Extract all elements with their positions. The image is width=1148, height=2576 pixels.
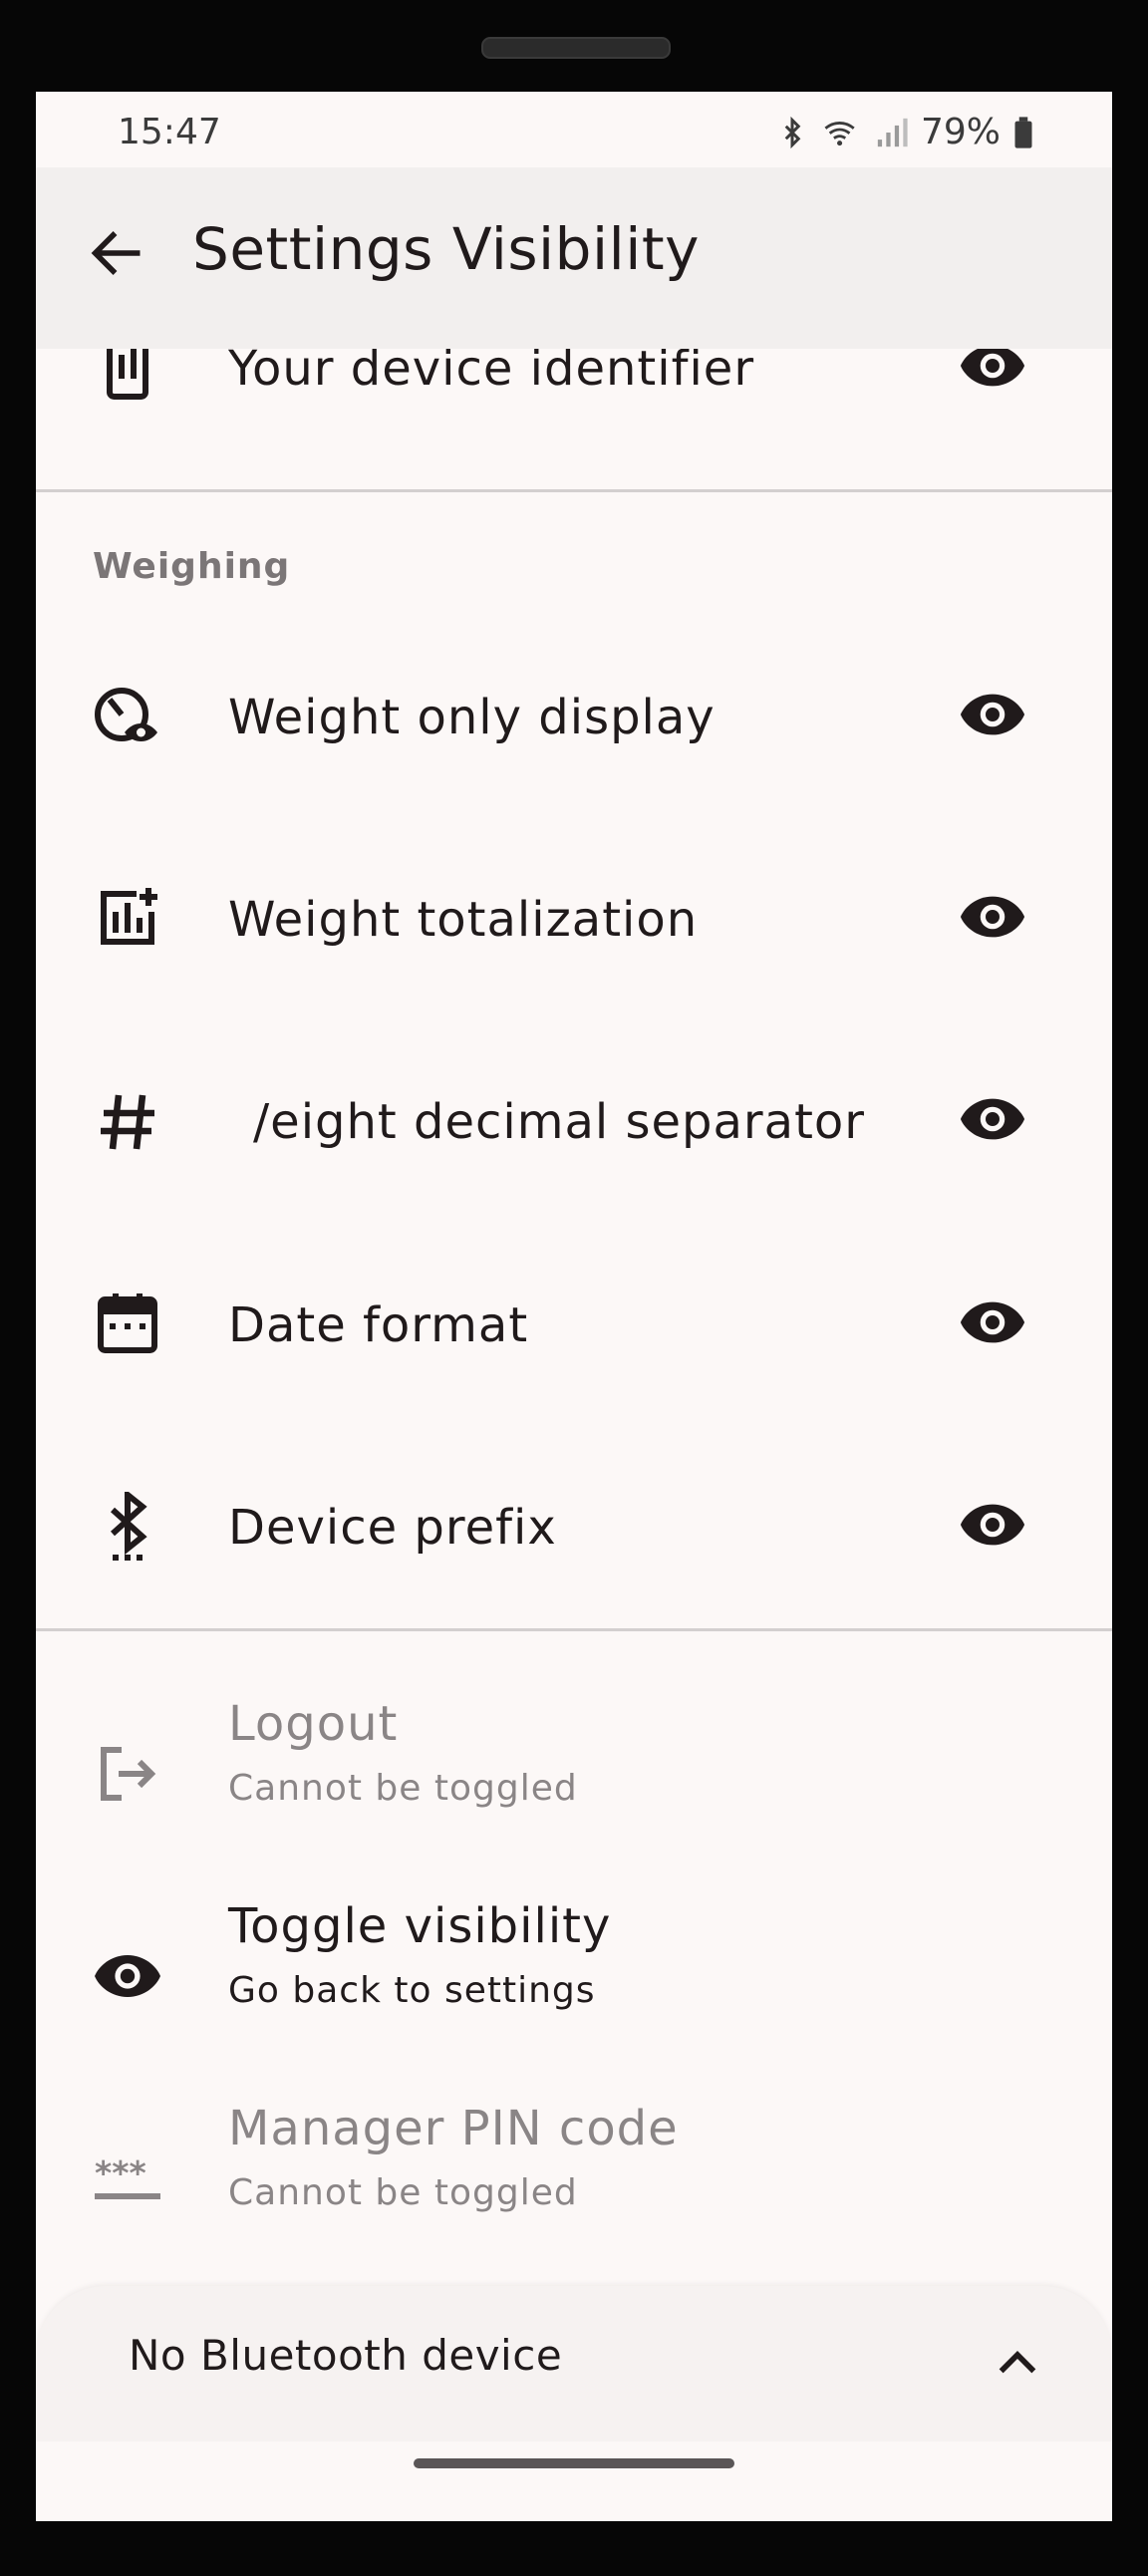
setting-subtitle: Cannot be toggled [228,2172,578,2213]
eye-icon[interactable] [958,1084,1027,1154]
chevron-up-icon[interactable] [990,2334,1045,2390]
signal-icon [877,118,908,146]
divider [36,489,1112,492]
setting-title: Logout [228,1696,399,1752]
logout-icon [101,1747,156,1801]
setting-row-weight-totalization[interactable]: Weight totalization [36,852,1112,992]
settings-list[interactable]: Your device identifier Weighing Weight o… [36,92,1112,2441]
status-time: 15:47 [118,112,221,152]
bluetooth-searching-icon [110,1492,147,1561]
divider [36,1628,1112,1631]
app-bar: Settings Visibility [36,167,1112,349]
setting-subtitle: Cannot be toggled [228,1768,578,1809]
eye-icon[interactable] [958,1490,1027,1560]
setting-label: Weight totalization [228,892,699,948]
weight-only-display-icon [95,688,157,741]
nav-gesture-bar [36,2441,1112,2521]
phone-speaker [481,37,671,59]
setting-row-toggle-visibility[interactable]: Toggle visibility Go back to settings [36,1888,1112,2068]
setting-title: Manager PIN code [228,2101,679,2156]
weight-totalization-icon [101,888,157,945]
eye-icon [95,1955,160,1997]
wifi-icon [824,121,855,145]
setting-title: Toggle visibility [228,1898,612,1954]
setting-label: Device prefix [228,1500,557,1556]
status-bar: 15:47 79% [36,92,1112,167]
password-icon: *** [95,2153,160,2199]
hash-icon [101,1094,154,1150]
home-handle[interactable] [414,2458,734,2468]
eye-icon[interactable] [958,1288,1027,1357]
page-title: Settings Visibility [192,215,700,283]
section-header-weighing: Weighing [93,546,291,587]
battery-percent: 79% [920,112,1001,152]
setting-label: Your device identifier [228,341,755,397]
setting-row-weight-only-display[interactable]: Weight only display [36,650,1112,789]
arrow-back-icon[interactable] [88,223,147,283]
setting-subtitle: Go back to settings [228,1970,596,2011]
bluetooth-status-label: No Bluetooth device [129,2331,563,2380]
screen: Your device identifier Weighing Weight o… [36,92,1112,2441]
setting-label: Weight only display [228,690,716,745]
setting-row-date-format[interactable]: Date format [36,1258,1112,1397]
bluetooth-icon [784,116,801,148]
eye-icon[interactable] [958,882,1027,952]
setting-row-device-prefix[interactable]: Device prefix [36,1460,1112,1599]
setting-label: /eight decimal separator [253,1094,865,1150]
calendar-icon [98,1293,157,1353]
setting-row-logout: Logout Cannot be toggled [36,1686,1112,1865]
setting-row-manager-pin: *** Manager PIN code Cannot be toggled [36,2091,1112,2270]
setting-label: Date format [228,1297,529,1353]
eye-icon[interactable] [958,680,1027,749]
setting-row-weight-decimal-separator[interactable]: /eight decimal separator [36,1054,1112,1194]
battery-icon [1014,116,1032,148]
bluetooth-bottom-sheet[interactable]: No Bluetooth device [36,2286,1112,2441]
svg-text:***: *** [95,2153,146,2192]
